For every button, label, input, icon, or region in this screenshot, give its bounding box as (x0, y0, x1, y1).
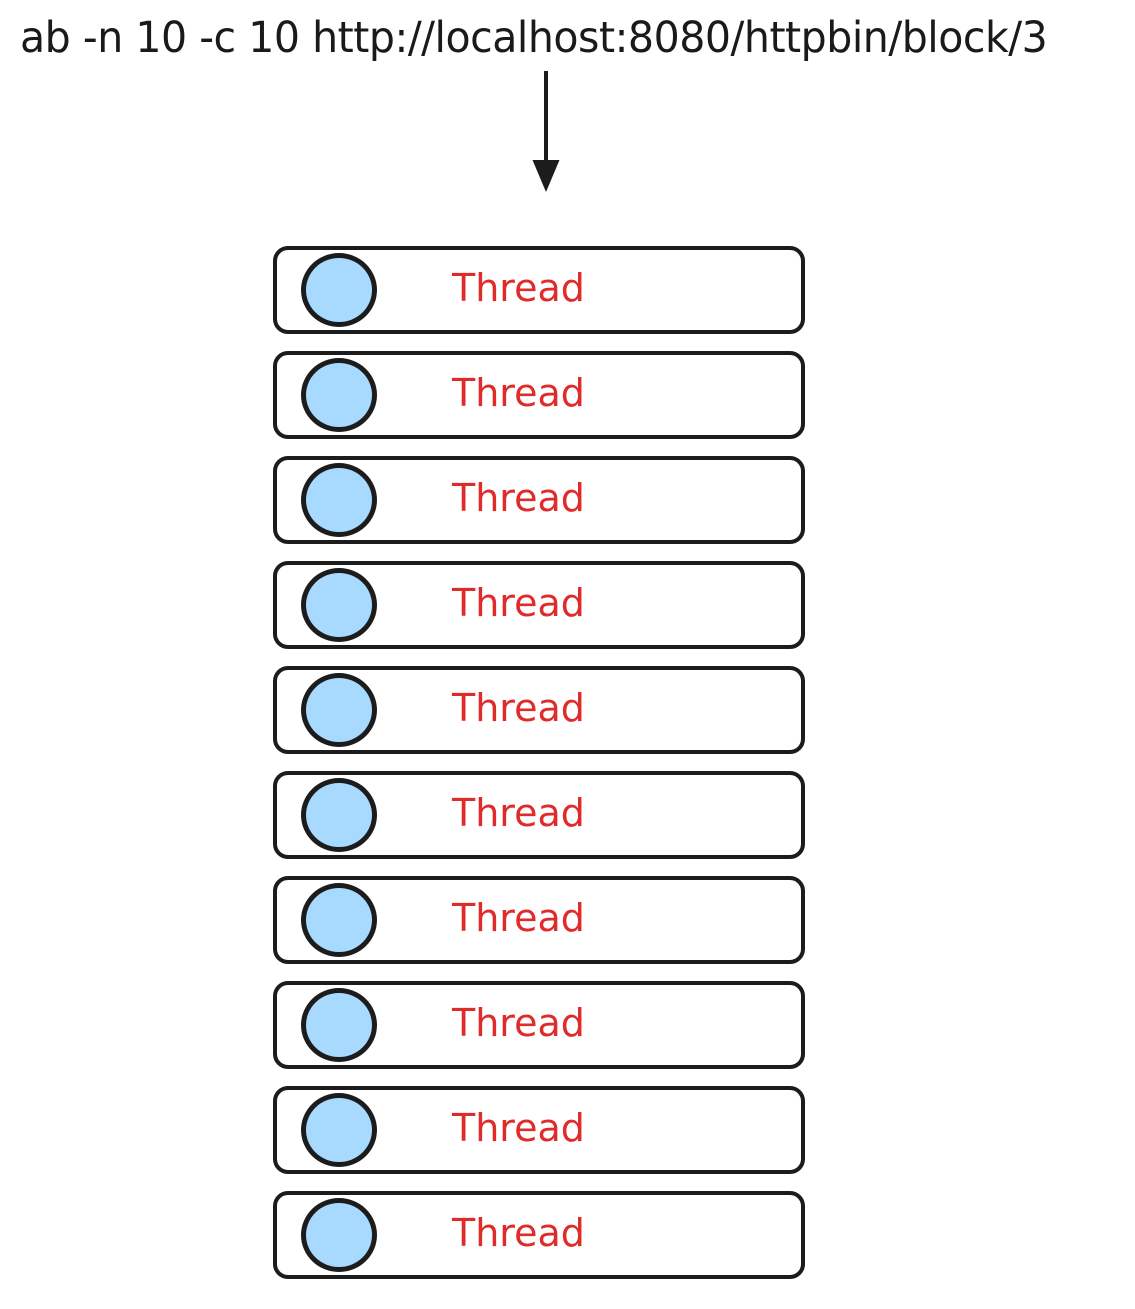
diagram-canvas: ab -n 10 -c 10 http://localhost:8080/htt… (0, 0, 1135, 1309)
thread-label: Thread (452, 791, 585, 835)
thread-box[interactable]: Thread (273, 561, 805, 649)
thread-box[interactable]: Thread (273, 981, 805, 1069)
thread-label: Thread (452, 686, 585, 730)
thread-circle-icon (301, 358, 377, 432)
thread-circle-icon (301, 778, 377, 852)
thread-label: Thread (452, 1106, 585, 1150)
thread-label: Thread (452, 371, 585, 415)
command-title: ab -n 10 -c 10 http://localhost:8080/htt… (20, 13, 1048, 63)
thread-circle-icon (301, 1198, 377, 1272)
thread-box[interactable]: Thread (273, 1086, 805, 1174)
thread-circle-icon (301, 988, 377, 1062)
thread-box[interactable]: Thread (273, 876, 805, 964)
thread-box[interactable]: Thread (273, 246, 805, 334)
thread-label: Thread (452, 581, 585, 625)
thread-label: Thread (452, 1001, 585, 1045)
thread-circle-icon (301, 1093, 377, 1167)
thread-circle-icon (301, 883, 377, 957)
thread-circle-icon (301, 673, 377, 747)
thread-box[interactable]: Thread (273, 1191, 805, 1279)
thread-box[interactable]: Thread (273, 456, 805, 544)
thread-label: Thread (452, 476, 585, 520)
thread-circle-icon (301, 253, 377, 327)
thread-box[interactable]: Thread (273, 351, 805, 439)
thread-box[interactable]: Thread (273, 666, 805, 754)
down-arrow-icon (520, 66, 572, 198)
thread-box[interactable]: Thread (273, 771, 805, 859)
thread-label: Thread (452, 266, 585, 310)
thread-label: Thread (452, 1211, 585, 1255)
thread-circle-icon (301, 463, 377, 537)
down-arrow-glyph (532, 71, 560, 192)
thread-circle-icon (301, 568, 377, 642)
thread-pool-stack: Thread Thread Thread Thread Thread Threa… (273, 246, 809, 1279)
thread-label: Thread (452, 896, 585, 940)
